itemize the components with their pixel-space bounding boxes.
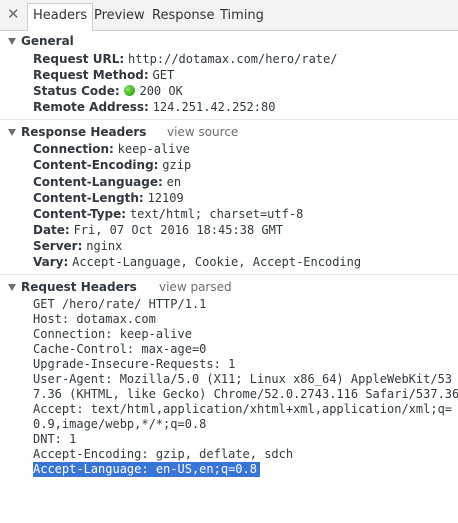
- response-header-row: Server: nginx: [33, 238, 122, 254]
- row-value: 12109: [147, 191, 184, 205]
- tab-preview[interactable]: Preview: [89, 4, 150, 31]
- raw-header-line: Connection: keep-alive: [33, 327, 192, 341]
- row-key: Content-Type:: [33, 207, 127, 221]
- general-row-remote-address: Remote Address: 124.251.42.252:80: [33, 99, 275, 115]
- response-header-row: Date: Fri, 07 Oct 2016 18:45:38 GMT: [33, 222, 283, 238]
- tab-response[interactable]: Response: [147, 4, 219, 31]
- tab-timing[interactable]: Timing: [215, 4, 269, 31]
- general-title: General: [21, 34, 74, 48]
- response-header-row: Vary: Accept-Language, Cookie, Accept-En…: [33, 254, 361, 270]
- status-ok-icon: [124, 85, 136, 96]
- general-row-status-code: Status Code: 200 OK: [33, 83, 183, 99]
- row-key: Content-Length:: [33, 191, 144, 205]
- row-value: Fri, 07 Oct 2016 18:45:38 GMT: [73, 223, 284, 237]
- row-value: 124.251.42.252:80: [152, 100, 276, 114]
- raw-header-line: 7.36 (KHTML, like Gecko) Chrome/52.0.274…: [33, 387, 458, 401]
- tab-headers[interactable]: Headers: [27, 3, 94, 31]
- row-key: Date:: [33, 223, 70, 237]
- raw-header-line: Cache-Control: max-age=0: [33, 342, 207, 356]
- row-value: nginx: [86, 239, 123, 253]
- raw-header-line: 0.9,image/webp,*/*;q=0.8: [33, 417, 207, 431]
- response-headers-section-header[interactable]: Response Headers view source: [0, 123, 458, 141]
- view-source-link[interactable]: view source: [167, 123, 238, 141]
- row-key: Status Code:: [33, 84, 120, 98]
- general-row-request-method: Request Method: GET: [33, 67, 174, 83]
- response-header-row: Connection: keep-alive: [33, 141, 190, 157]
- close-icon[interactable]: ✕: [7, 6, 20, 22]
- divider: [0, 274, 458, 275]
- row-key: Connection:: [33, 142, 114, 156]
- row-key: Content-Encoding:: [33, 158, 159, 172]
- request-headers-title: Request Headers: [21, 280, 137, 294]
- collapse-triangle-icon: [8, 284, 16, 291]
- selected-header-line[interactable]: Accept-Language: en-US,en;q=0.8: [33, 462, 260, 477]
- row-value: text/html; charset=utf-8: [129, 207, 304, 221]
- response-header-row: Content-Type: text/html; charset=utf-8: [33, 206, 303, 222]
- collapse-triangle-icon: [8, 38, 16, 45]
- general-row-request-url: Request URL: http://dotamax.com/hero/rat…: [33, 51, 337, 67]
- divider: [0, 119, 458, 120]
- general-section-header[interactable]: General: [0, 32, 458, 50]
- row-value: 200 OK: [139, 84, 183, 98]
- row-key: Server:: [33, 239, 83, 253]
- view-parsed-link[interactable]: view parsed: [159, 278, 232, 296]
- row-key: Request Method:: [33, 68, 149, 82]
- response-header-row: Content-Length: 12109: [33, 190, 184, 206]
- row-key: Vary:: [33, 255, 69, 269]
- raw-header-line: User-Agent: Mozilla/5.0 (X11; Linux x86_…: [33, 372, 453, 386]
- row-key: Request URL:: [33, 52, 125, 66]
- raw-header-line: GET /hero/rate/ HTTP/1.1: [33, 297, 207, 311]
- row-value: http://dotamax.com/hero/rate/: [127, 52, 338, 66]
- response-header-row: Content-Encoding: gzip: [33, 157, 191, 173]
- raw-header-line: Accept-Encoding: gzip, deflate, sdch: [33, 447, 294, 461]
- request-headers-section-header[interactable]: Request Headers view parsed: [0, 278, 458, 296]
- collapse-triangle-icon: [8, 129, 16, 136]
- row-value: en: [166, 175, 182, 189]
- raw-header-line: Host: dotamax.com: [33, 312, 156, 326]
- row-value: keep-alive: [117, 142, 190, 156]
- raw-header-line: Accept: text/html,application/xhtml+xml,…: [33, 402, 453, 416]
- row-value: GET: [152, 68, 175, 82]
- row-value: gzip: [162, 158, 192, 172]
- row-value: Accept-Language, Cookie, Accept-Encoding: [72, 255, 362, 269]
- response-headers-title: Response Headers: [21, 125, 147, 139]
- tab-bar: ✕ Headers Preview Response Timing: [0, 0, 458, 31]
- row-key: Remote Address:: [33, 100, 149, 114]
- response-header-row: Content-Language: en: [33, 174, 181, 190]
- raw-header-line: Upgrade-Insecure-Requests: 1: [33, 357, 236, 371]
- raw-header-line: DNT: 1: [33, 432, 77, 446]
- row-key: Content-Language:: [33, 175, 163, 189]
